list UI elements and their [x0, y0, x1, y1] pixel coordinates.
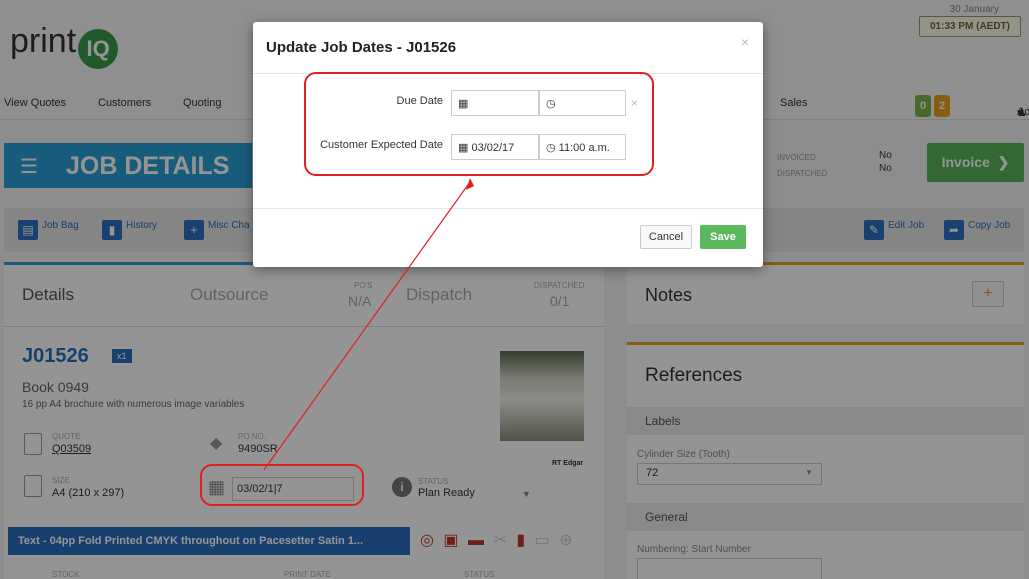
modal-title: Update Job Dates - J01526 — [266, 39, 457, 56]
cancel-button[interactable]: Cancel — [640, 225, 692, 249]
modal-fields-highlight — [304, 72, 654, 176]
close-icon[interactable]: × — [741, 34, 749, 50]
date-input-highlight — [200, 464, 364, 506]
save-button[interactable]: Save — [700, 225, 746, 249]
modal-footer-divider — [253, 208, 763, 209]
